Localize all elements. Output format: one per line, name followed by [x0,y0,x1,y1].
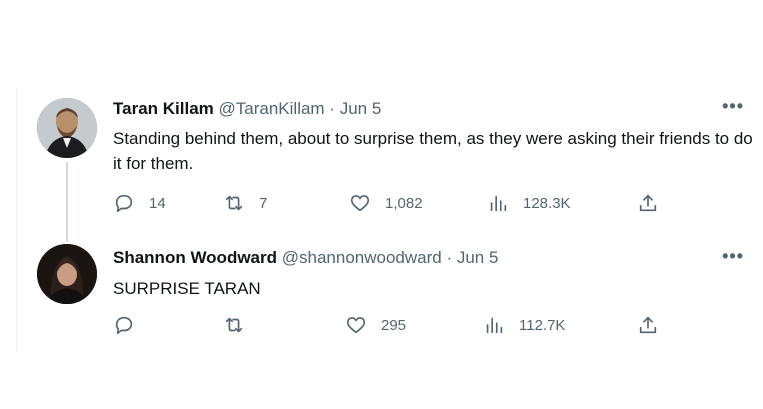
like-icon [346,317,366,334]
author-name[interactable]: Taran Killam [113,99,214,118]
tweet[interactable]: Shannon Woodward @shannonwoodward · Jun … [17,234,762,352]
share-button[interactable] [637,314,659,336]
retweet-button[interactable] [223,314,259,336]
retweet-button[interactable]: 7 [223,192,267,214]
retweet-icon [225,195,243,211]
tweet-thread: Taran Killam @TaranKillam · Jun 5 ••• St… [16,88,762,352]
like-button[interactable]: 1,082 [349,192,423,214]
tweet-actions: 14 7 1,082 128.3K [113,192,673,216]
avatar-image-icon [37,244,97,304]
avatar[interactable] [37,98,97,158]
thread-connector-line [66,162,68,242]
like-count: 295 [381,316,407,334]
views-count: 112.7K [519,316,566,334]
views-count: 128.3K [523,194,571,212]
more-options-icon[interactable]: ••• [722,246,744,267]
reply-button[interactable]: 14 [113,192,166,214]
tweet-date[interactable]: · Jun 5 [446,248,498,267]
avatar[interactable] [37,244,97,304]
author-handle[interactable]: @TaranKillam [219,99,325,118]
tweet-header: Shannon Woodward @shannonwoodward · Jun … [113,248,498,268]
tweet-date[interactable]: · Jun 5 [329,99,381,118]
reply-icon [115,316,133,335]
share-icon [639,194,657,212]
share-button[interactable] [637,192,659,214]
tweet[interactable]: Taran Killam @TaranKillam · Jun 5 ••• St… [17,88,762,242]
reply-button[interactable] [113,314,149,336]
more-options-icon[interactable]: ••• [722,96,744,117]
share-icon [639,316,657,334]
views-icon [490,195,507,212]
tweet-text: Standing behind them, about to surprise … [113,129,753,173]
tweet-actions: 295 112.7K [113,314,673,338]
tweet-header: Taran Killam @TaranKillam · Jun 5 [113,99,381,119]
avatar-image-icon [37,98,97,158]
views-icon [486,317,503,334]
views-button[interactable]: 112.7K [483,314,565,336]
views-button[interactable]: 128.3K [487,192,571,214]
reply-count: 14 [149,194,166,212]
like-icon [350,195,370,212]
like-button[interactable]: 295 [345,314,406,336]
like-count: 1,082 [385,194,423,212]
tweet-text: SURPRISE TARAN [113,279,261,298]
retweet-icon [225,317,243,333]
author-name[interactable]: Shannon Woodward [113,248,277,267]
author-handle[interactable]: @shannonwoodward [282,248,442,267]
retweet-count: 7 [259,194,268,212]
reply-icon [115,194,133,213]
